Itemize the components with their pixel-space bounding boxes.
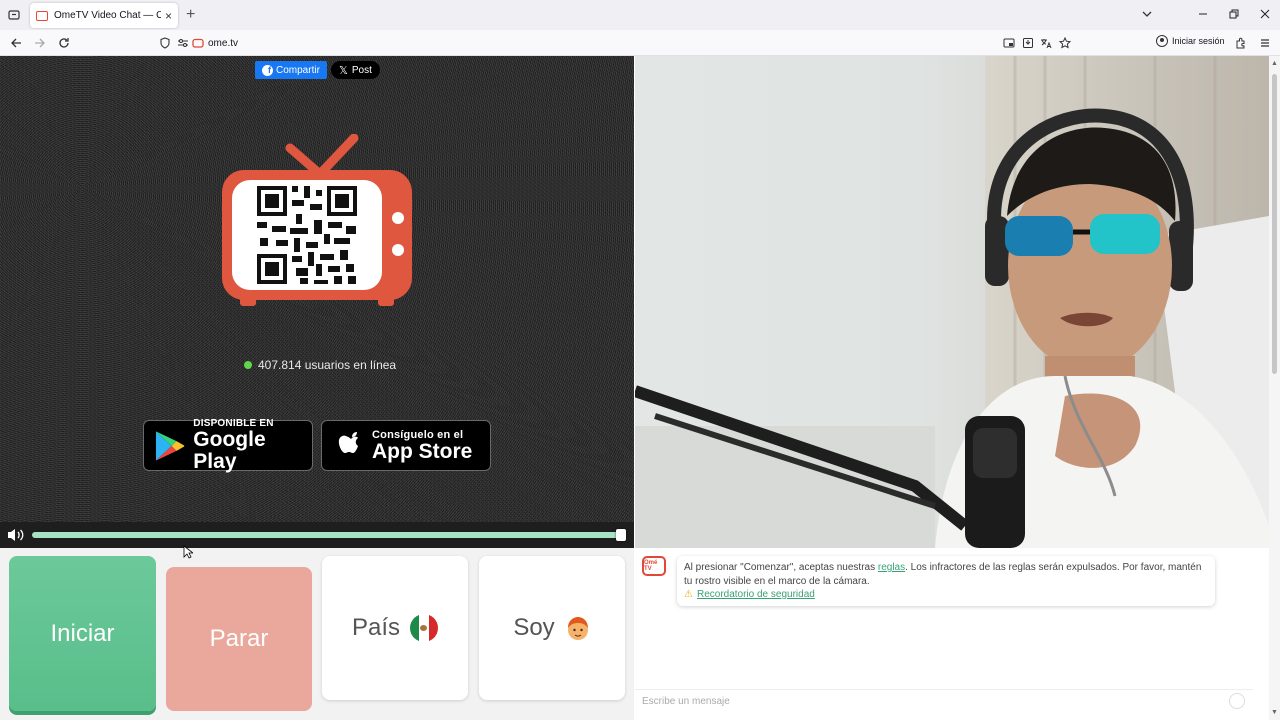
scrollbar-thumb[interactable] xyxy=(1272,74,1277,374)
ometv-favicon-icon xyxy=(36,10,48,21)
country-label: País xyxy=(351,614,401,641)
control-panel: Iniciar Parar País Soy xyxy=(0,545,634,720)
emoji-picker-icon[interactable] xyxy=(1229,693,1245,709)
google-play-big-text: Google Play xyxy=(193,428,266,473)
page-scrollbar[interactable]: ▲ ▼ xyxy=(1269,56,1280,720)
translate-icon[interactable] xyxy=(1038,35,1054,51)
back-icon[interactable] xyxy=(8,35,24,51)
stop-button[interactable]: Parar xyxy=(166,567,312,711)
extensions-icon[interactable] xyxy=(1233,35,1249,51)
save-icon[interactable] xyxy=(1020,35,1036,51)
start-button[interactable]: Iniciar xyxy=(9,556,156,711)
scroll-down-icon[interactable]: ▼ xyxy=(1271,709,1278,716)
sign-in-label: Iniciar sesión xyxy=(1172,36,1225,46)
url-bar[interactable]: ome.tv xyxy=(152,32,1076,54)
account-icon xyxy=(1156,35,1168,47)
google-play-badge[interactable]: DISPONIBLE EN Google Play xyxy=(143,418,313,473)
permissions-icon[interactable] xyxy=(175,35,191,51)
message-input[interactable]: Escribe un mensaje xyxy=(635,689,1253,711)
gender-button[interactable]: Soy xyxy=(479,556,625,700)
picture-in-picture-icon[interactable] xyxy=(1001,35,1017,51)
tv-qr-code-icon[interactable] xyxy=(220,134,415,309)
app-store-big-text: App Store xyxy=(372,439,473,463)
volume-slider[interactable] xyxy=(32,529,626,541)
start-label: Iniciar xyxy=(50,619,115,647)
webcam-person-image xyxy=(635,56,1269,548)
rules-notice: Al presionar "Comenzar", aceptas nuestra… xyxy=(677,556,1215,606)
reload-icon[interactable] xyxy=(56,35,72,51)
mouse-cursor-icon xyxy=(183,545,193,559)
tab-close-icon[interactable]: × xyxy=(165,9,172,23)
gender-label: Soy xyxy=(513,614,555,641)
message-input-placeholder: Escribe un mensaje xyxy=(642,696,730,707)
restore-icon[interactable] xyxy=(1226,6,1242,22)
tab-list-icon[interactable] xyxy=(4,5,24,25)
speaker-icon[interactable] xyxy=(6,527,26,548)
notice-text-before: Al presionar "Comenzar", aceptas nuestra… xyxy=(684,562,878,573)
tab-bar: OmeTV Video Chat — Omegle × + xyxy=(0,0,1280,30)
browser-tab[interactable]: OmeTV Video Chat — Omegle × xyxy=(30,3,178,28)
navigation-bar: ome.tv Iniciar sesión xyxy=(0,30,1280,56)
google-play-icon xyxy=(155,430,185,461)
close-icon[interactable] xyxy=(1257,6,1273,22)
minimize-icon[interactable] xyxy=(1195,6,1211,22)
volume-bar xyxy=(0,522,634,548)
stop-label: Parar xyxy=(209,625,269,652)
apple-icon xyxy=(338,431,358,453)
x-post-button[interactable]: 𝕏 Post xyxy=(331,61,380,79)
boy-emoji-icon xyxy=(567,617,588,640)
stranger-video-panel: f Compartir 𝕏 Post 407.814 usuarios en l… xyxy=(0,56,634,548)
country-button[interactable]: País xyxy=(322,556,468,700)
rules-link[interactable]: reglas xyxy=(878,562,905,573)
mexico-flag-icon xyxy=(410,614,438,642)
volume-slider-handle[interactable] xyxy=(616,529,626,541)
shield-icon[interactable] xyxy=(157,35,173,51)
online-users-counter: 407.814 usuarios en línea xyxy=(244,358,396,372)
facebook-icon: f xyxy=(262,64,273,76)
sign-in-button[interactable]: Iniciar sesión xyxy=(1156,35,1225,47)
safety-reminder-link[interactable]: Recordatorio de seguridad xyxy=(697,589,815,600)
site-icon xyxy=(190,35,206,51)
post-label: Post xyxy=(351,64,372,76)
warning-icon: ⚠ xyxy=(684,589,693,600)
tab-title: OmeTV Video Chat — Omegle xyxy=(54,10,161,21)
new-tab-icon[interactable]: + xyxy=(186,6,195,24)
bookmark-star-icon[interactable] xyxy=(1057,35,1073,51)
share-label: Compartir xyxy=(276,64,320,76)
chat-panel: Omé TV Al presionar "Comenzar", aceptas … xyxy=(635,548,1269,720)
online-status-dot xyxy=(244,361,252,369)
ometv-logo-icon: Omé TV xyxy=(642,556,666,576)
x-logo-icon: 𝕏 xyxy=(339,64,348,77)
self-camera-panel xyxy=(635,56,1269,548)
app-store-badge[interactable]: Consíguelo en el App Store xyxy=(321,420,491,471)
app-store-small-text: Consíguelo en el xyxy=(372,428,464,441)
facebook-share-button[interactable]: f Compartir xyxy=(255,61,327,79)
chevron-down-icon[interactable] xyxy=(1141,7,1153,25)
forward-icon[interactable] xyxy=(32,35,48,51)
url-text: ome.tv xyxy=(208,38,239,49)
scroll-up-icon[interactable]: ▲ xyxy=(1271,60,1278,67)
online-users-text: 407.814 usuarios en línea xyxy=(258,358,397,372)
menu-icon[interactable] xyxy=(1257,35,1273,51)
